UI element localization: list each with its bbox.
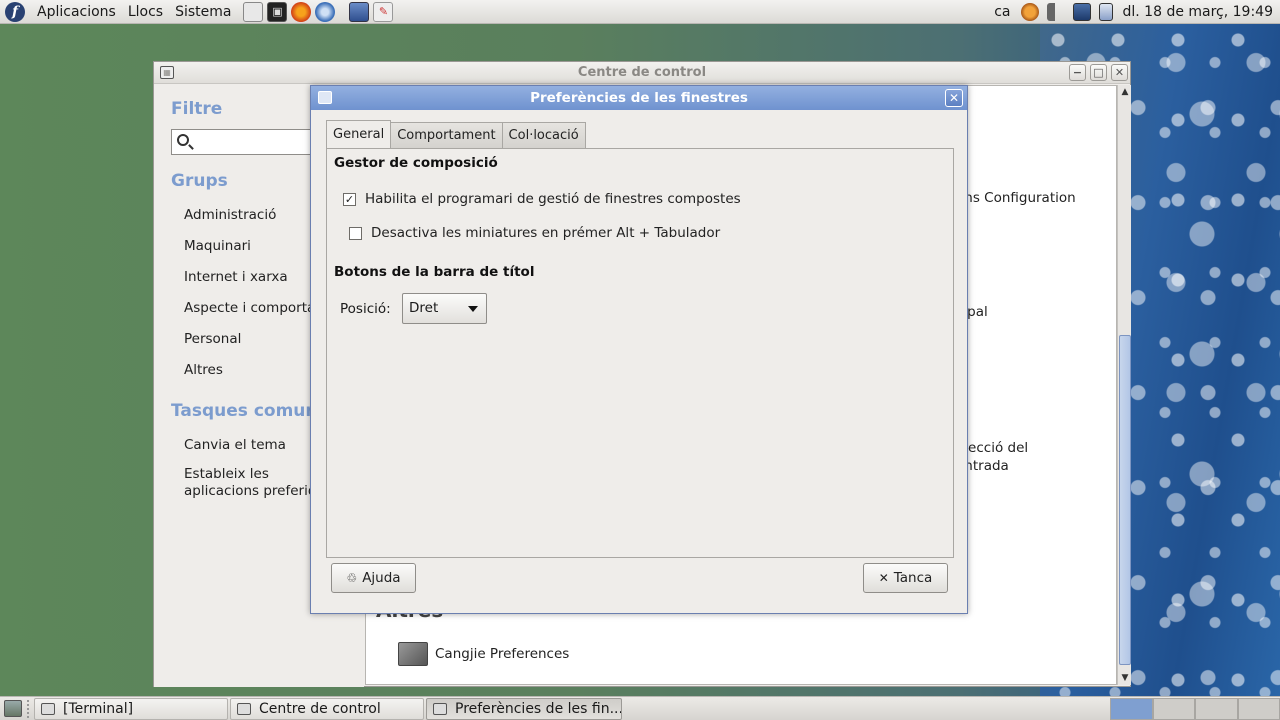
group-item-internet[interactable]: Internet i xarxa — [184, 269, 288, 285]
text-editor-launcher-icon[interactable] — [243, 1, 264, 22]
titlebar-buttons-heading: Botons de la barra de títol — [334, 264, 535, 280]
tab-general[interactable]: General — [326, 120, 392, 148]
item-cangjie-preferences[interactable]: Cangjie Preferences — [435, 646, 569, 662]
network-icon[interactable] — [1072, 3, 1091, 21]
taskbar-item-label: Preferències de les fin... — [455, 701, 622, 717]
cangjie-preferences-icon[interactable] — [398, 642, 428, 666]
position-select[interactable]: Dret — [402, 293, 487, 324]
fedora-logo-icon[interactable]: f — [5, 1, 25, 22]
tab-placement[interactable]: Col·locació — [501, 122, 586, 148]
dialog-title: Preferències de les finestres — [530, 90, 748, 106]
common-tasks-heading: Tasques comun — [171, 401, 318, 421]
volume-icon[interactable] — [1046, 3, 1065, 21]
system-tray: ca dl. 18 de març, 19:49 — [988, 0, 1280, 24]
workspace-1[interactable] — [1110, 698, 1153, 720]
menu-system[interactable]: Sistema — [169, 0, 237, 24]
dialog-titlebar[interactable]: Preferències de les finestres ✕ — [311, 86, 967, 110]
taskbar-item-label: Centre de control — [259, 701, 381, 717]
thumbnails-option[interactable]: Desactiva les miniatures en prémer Alt +… — [349, 225, 720, 241]
general-tab-panel: Gestor de composició ✓ Habilita el progr… — [326, 148, 954, 558]
close-button[interactable]: ✕ — [1111, 64, 1128, 81]
workspace-2[interactable] — [1152, 698, 1195, 720]
control-center-title: Centre de control — [577, 65, 707, 80]
menu-applications[interactable]: Aplicacions — [31, 0, 122, 24]
control-center-window-icon[interactable]: ▦ — [160, 66, 174, 79]
close-x-icon: ✕ — [878, 571, 889, 585]
bottom-panel: [Terminal] Centre de control Preferèncie… — [0, 696, 1280, 720]
groups-heading: Grups — [171, 171, 228, 191]
group-item-administration[interactable]: Administració — [184, 207, 276, 223]
tab-behaviour[interactable]: Comportament — [390, 122, 503, 148]
control-center-scrollbar[interactable]: ▲ ▼ — [1117, 85, 1131, 685]
task-change-theme[interactable]: Canvia el tema — [184, 437, 286, 453]
workspace-switcher — [1110, 698, 1280, 720]
workspace-4[interactable] — [1237, 698, 1280, 720]
scroll-down-arrow-icon[interactable]: ▼ — [1119, 671, 1131, 685]
taskbar-item-control-center[interactable]: Centre de control — [230, 698, 424, 720]
taskbar-item-terminal[interactable]: [Terminal] — [34, 698, 228, 720]
help-button[interactable]: ♲ Ajuda — [331, 563, 416, 593]
position-select-value: Dret — [409, 300, 439, 316]
task-preferred-applications[interactable]: Estableix les aplicacions preferid — [184, 466, 324, 500]
position-label: Posició: — [340, 301, 391, 317]
notes-launcher-icon[interactable]: ✎ — [373, 1, 394, 22]
filter-search-input[interactable] — [171, 129, 321, 155]
terminal-launcher-icon[interactable]: ▣ — [267, 1, 288, 22]
group-item-look-and-feel[interactable]: Aspecte i comporta — [184, 300, 315, 316]
panel-handle[interactable] — [27, 700, 30, 718]
dialog-close-icon[interactable]: ✕ — [945, 89, 963, 107]
taskbar-item-label: [Terminal] — [63, 701, 134, 717]
thumbnails-checkbox[interactable] — [349, 226, 362, 240]
taskbar-item-window-preferences[interactable]: Preferències de les fin... — [426, 698, 622, 720]
minimize-button[interactable]: − — [1069, 64, 1086, 81]
group-item-hardware[interactable]: Maquinari — [184, 238, 251, 254]
firefox-launcher-icon[interactable] — [291, 1, 312, 22]
show-desktop-icon[interactable] — [4, 700, 22, 717]
window-controls: − □ ✕ — [1065, 64, 1128, 81]
compositing-option[interactable]: ✓ Habilita el programari de gestió de fi… — [343, 191, 741, 207]
dialog-tabs: General Comportament Col·locació — [326, 120, 586, 148]
item-configuration-fragment[interactable]: ons Configuration — [956, 190, 1076, 206]
compositing-label[interactable]: Habilita el programari de gestió de fine… — [365, 191, 741, 207]
thumbnails-label[interactable]: Desactiva les miniatures en prémer Alt +… — [371, 225, 720, 241]
window-preferences-dialog: Preferències de les finestres ✕ General … — [310, 85, 968, 614]
filter-heading: Filtre — [171, 99, 223, 119]
keyboard-layout-indicator[interactable]: ca — [988, 4, 1016, 20]
control-center-titlebar[interactable]: ▦ Centre de control − □ ✕ — [154, 62, 1130, 84]
chevron-down-icon — [468, 306, 478, 312]
screenshot-launcher-icon[interactable] — [349, 1, 370, 22]
help-button-label: Ajuda — [362, 570, 401, 586]
top-panel: f Aplicacions Llocs Sistema ▣ ✎ ca dl. 1… — [0, 0, 1280, 24]
menu-places[interactable]: Llocs — [122, 0, 169, 24]
dialog-window-icon[interactable] — [318, 91, 332, 104]
composition-heading: Gestor de composició — [334, 155, 498, 171]
close-dialog-button[interactable]: ✕ Tanca — [863, 563, 948, 593]
clock[interactable]: dl. 18 de març, 19:49 — [1117, 4, 1280, 20]
battery-icon[interactable] — [1098, 3, 1113, 21]
compositing-checkbox[interactable]: ✓ — [343, 192, 356, 206]
close-dialog-button-label: Tanca — [893, 570, 933, 586]
search-icon — [177, 134, 189, 146]
thunderbird-launcher-icon[interactable] — [315, 1, 336, 22]
group-item-other[interactable]: Altres — [184, 362, 223, 378]
scroll-up-arrow-icon[interactable]: ▲ — [1119, 85, 1131, 99]
main-menu: f Aplicacions Llocs Sistema ▣ ✎ — [0, 0, 394, 24]
control-center-task-icon — [237, 703, 251, 715]
group-item-personal[interactable]: Personal — [184, 331, 241, 347]
maximize-button[interactable]: □ — [1090, 64, 1107, 81]
update-notifier-icon[interactable] — [1020, 3, 1039, 21]
terminal-task-icon — [41, 703, 55, 715]
preferences-task-icon — [433, 703, 447, 715]
workspace-3[interactable] — [1195, 698, 1238, 720]
scrollbar-thumb[interactable] — [1119, 335, 1131, 665]
help-lifebuoy-icon: ♲ — [346, 571, 358, 585]
